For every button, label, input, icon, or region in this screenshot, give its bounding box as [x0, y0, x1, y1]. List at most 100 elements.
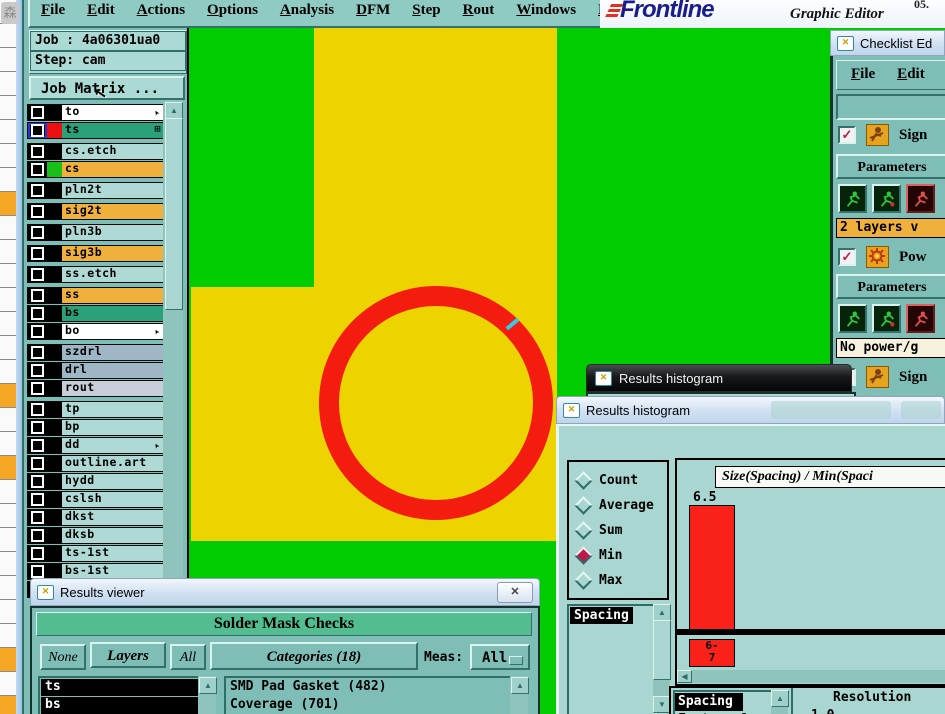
attribute-list[interactable]: SpacingFeature 1Feature 2 — [673, 690, 775, 714]
layer-name[interactable]: tp — [62, 402, 164, 417]
layer-visibility-checkbox[interactable] — [28, 324, 47, 339]
run-action-icon[interactable] — [838, 184, 867, 213]
layer-name[interactable]: ts — [62, 123, 164, 138]
layer-row[interactable]: dd — [27, 437, 165, 454]
layer-row[interactable]: szdrl — [27, 344, 165, 361]
layer-name[interactable]: ts-1st — [62, 546, 164, 561]
layer-visibility-checkbox[interactable] — [28, 456, 47, 471]
checklist-titlebar[interactable]: ✕ Checklist Ed — [830, 30, 945, 56]
layer-visibility-checkbox[interactable] — [28, 204, 47, 219]
layer-name[interactable]: hydd — [62, 474, 164, 489]
checklist-menu-file[interactable]: File — [851, 66, 875, 89]
layer-name[interactable]: cslsh — [62, 492, 164, 507]
radio-diamond-icon[interactable] — [574, 496, 593, 515]
layer-name[interactable]: cs — [62, 162, 164, 177]
layer-row[interactable]: cslsh — [27, 491, 165, 508]
layer-name[interactable]: to — [62, 105, 164, 120]
layer-visibility-checkbox[interactable] — [28, 381, 47, 396]
layer-visibility-checkbox[interactable] — [28, 402, 47, 417]
layer-color-swatch[interactable] — [47, 162, 62, 177]
layer-color-swatch[interactable] — [47, 363, 62, 378]
layer-visibility-checkbox[interactable] — [28, 162, 47, 177]
layer-name[interactable]: bp — [62, 420, 164, 435]
viewer-titlebar[interactable]: ✕ Results viewer ✕ — [30, 578, 540, 606]
layer-color-swatch[interactable] — [47, 204, 62, 219]
radio-diamond-icon[interactable] — [574, 521, 593, 540]
layer-color-swatch[interactable] — [47, 246, 62, 261]
layer-row[interactable]: ss.etch — [27, 266, 165, 283]
layer-color-swatch[interactable] — [47, 324, 62, 339]
layer-name[interactable]: outline.art — [62, 456, 164, 471]
layer-visibility-checkbox[interactable] — [28, 510, 47, 525]
layer-name[interactable]: dd — [62, 438, 164, 453]
histogram-back-titlebar[interactable]: ✕ Results histogram — [586, 364, 852, 392]
viewer-category-scrollbar[interactable]: ▲ — [510, 676, 529, 714]
scrollbar-thumb[interactable] — [653, 620, 671, 680]
layer-row[interactable]: tp — [27, 401, 165, 418]
layer-color-swatch[interactable] — [47, 492, 62, 507]
layer-color-swatch[interactable] — [47, 438, 62, 453]
viewer-layer-item[interactable]: ts — [41, 679, 199, 696]
layer-color-swatch[interactable] — [47, 105, 62, 120]
viewer-layer-list[interactable]: ts bs — [38, 676, 202, 714]
histogram-titlebar[interactable]: ✕ Results histogram — [556, 396, 945, 424]
measure-list-item[interactable]: Spacing — [570, 607, 633, 624]
layer-row[interactable]: ts — [27, 122, 165, 139]
menu-item[interactable]: Edit — [76, 0, 126, 26]
layer-row[interactable]: bo — [27, 323, 165, 340]
parameters-button[interactable]: Parameters — [836, 274, 945, 299]
measure-list[interactable]: Spacing — [567, 604, 657, 714]
chart-hscrollbar[interactable]: ◀ — [677, 670, 945, 683]
layer-name[interactable]: dksb — [62, 528, 164, 543]
layer-name[interactable]: ss.etch — [62, 267, 164, 282]
layer-color-swatch[interactable] — [47, 456, 62, 471]
layer-visibility-checkbox[interactable] — [28, 363, 47, 378]
layer-visibility-checkbox[interactable] — [28, 288, 47, 303]
layer-visibility-checkbox[interactable] — [28, 345, 47, 360]
scroll-left-icon[interactable]: ◀ — [677, 670, 692, 683]
aggregate-radio[interactable]: Average — [574, 493, 667, 518]
layer-row[interactable]: ts-1st — [27, 545, 165, 562]
layer-name[interactable]: bo — [62, 324, 164, 339]
radio-diamond-icon[interactable] — [574, 471, 593, 490]
scroll-up-icon[interactable]: ▲ — [511, 677, 529, 694]
layer-color-swatch[interactable] — [47, 123, 62, 138]
layer-row[interactable]: dksb — [27, 527, 165, 544]
layer-name[interactable]: ss — [62, 288, 164, 303]
layer-visibility-checkbox[interactable] — [28, 528, 47, 543]
layer-color-swatch[interactable] — [47, 546, 62, 561]
layer-visibility-checkbox[interactable] — [28, 306, 47, 321]
layer-visibility-checkbox[interactable] — [28, 105, 47, 120]
run-action-icon[interactable] — [838, 304, 867, 333]
layer-row[interactable]: cs — [27, 161, 165, 178]
scroll-up-icon[interactable]: ▲ — [165, 102, 183, 119]
aggregate-radio[interactable]: Sum — [574, 518, 667, 543]
layer-name[interactable]: sig3b — [62, 246, 164, 261]
layer-color-swatch[interactable] — [47, 402, 62, 417]
viewer-layer-item[interactable]: bs — [41, 697, 199, 714]
close-button[interactable]: ✕ — [497, 581, 533, 603]
layer-name[interactable]: bs — [62, 306, 164, 321]
menu-item[interactable]: DFM — [345, 0, 401, 26]
menu-item[interactable]: Windows — [505, 0, 587, 26]
scroll-up-icon[interactable]: ▲ — [771, 690, 789, 707]
layer-row[interactable]: to — [27, 104, 165, 121]
layer-color-swatch[interactable] — [47, 474, 62, 489]
run-action-icon[interactable] — [872, 304, 901, 333]
layer-row[interactable]: ss — [27, 287, 165, 304]
check-enabled-checkbox[interactable]: ✓ — [838, 126, 856, 144]
attribute-list-item[interactable]: Spacing — [675, 693, 743, 711]
scrollbar-thumb[interactable] — [165, 118, 183, 310]
run-action-icon[interactable] — [872, 184, 901, 213]
checklist-menu-edit[interactable]: Edit — [897, 66, 925, 89]
layer-visibility-checkbox[interactable] — [28, 183, 47, 198]
layer-visibility-checkbox[interactable] — [28, 438, 47, 453]
layer-row[interactable]: hydd — [27, 473, 165, 490]
layer-color-swatch[interactable] — [47, 183, 62, 198]
layer-row[interactable]: sig2t — [27, 203, 165, 220]
menu-item[interactable]: Options — [196, 0, 269, 26]
layer-name[interactable]: pln3b — [62, 225, 164, 240]
run-action-stop-icon[interactable] — [906, 304, 935, 333]
layer-color-swatch[interactable] — [47, 288, 62, 303]
layer-color-swatch[interactable] — [47, 564, 62, 579]
